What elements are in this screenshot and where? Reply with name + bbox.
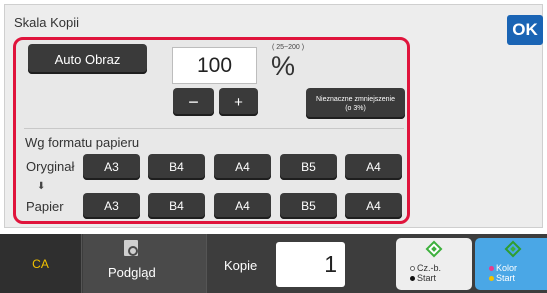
percent-unit: % (271, 51, 296, 81)
bw-start-text: Cz.-b. Start (410, 263, 441, 283)
paper-size-button[interactable]: A4 (345, 193, 402, 219)
ok-button[interactable]: OK (507, 15, 543, 45)
preview-button[interactable]: Podgląd (83, 234, 207, 293)
start-diamond-icon (504, 240, 522, 258)
decrease-button[interactable]: − (173, 88, 214, 116)
color-start-mode: Kolor (496, 263, 518, 273)
color-start-button[interactable]: Kolor Start (475, 238, 547, 290)
yellow-dot-icon (489, 276, 494, 281)
paper-row-label: Papier (26, 199, 64, 214)
copy-ratio-screen: Skala Kopii OK Auto Obraz 100 ( 25~200 )… (0, 0, 547, 293)
color-start-label: Start (496, 273, 516, 283)
bw-start-button[interactable]: Cz.-b. Start (396, 238, 472, 290)
ratio-range-hint: ( 25~200 ) (272, 44, 305, 51)
original-size-button[interactable]: A4 (345, 154, 402, 180)
ratio-value-field[interactable]: 100 (172, 47, 257, 84)
paper-size-button[interactable]: A4 (214, 193, 271, 219)
copies-label: Kopie (224, 258, 258, 273)
original-size-button[interactable]: A4 (214, 154, 271, 180)
slight-reduction-label: Nieznaczne zmniejszenie (316, 95, 395, 103)
auto-image-button[interactable]: Auto Obraz (28, 44, 147, 74)
original-size-button[interactable]: A3 (83, 154, 140, 180)
bw-start-label: Start (417, 273, 437, 283)
slight-reduction-button[interactable]: Nieznaczne zmniejszenie (o 3%) (306, 88, 405, 119)
clear-all-button[interactable]: CA (0, 234, 82, 293)
paper-size-section-title: Wg formatu papieru (25, 135, 140, 150)
start-diamond-icon (425, 240, 443, 258)
page-title: Skala Kopii (14, 15, 80, 30)
paper-size-button[interactable]: B4 (148, 193, 205, 219)
color-start-text: Kolor Start (489, 263, 517, 283)
section-divider (24, 128, 404, 129)
slight-reduction-percent: (o 3%) (345, 104, 366, 112)
preview-label: Podgląd (108, 265, 156, 280)
original-size-button[interactable]: B5 (280, 154, 337, 180)
increase-button[interactable]: + (219, 88, 258, 116)
bw-start-mode: Cz.-b. (417, 263, 442, 273)
original-row-label: Oryginał (26, 159, 75, 174)
black-dot-icon (410, 276, 415, 281)
arrow-down-icon: ⬇ (37, 181, 46, 192)
magenta-dot-icon (489, 266, 494, 271)
paper-size-button[interactable]: A3 (83, 193, 140, 219)
paper-size-button[interactable]: B5 (280, 193, 337, 219)
white-dot-icon (410, 266, 415, 271)
preview-icon (124, 240, 138, 256)
original-size-button[interactable]: B4 (148, 154, 205, 180)
copies-count-field[interactable]: 1 (276, 242, 345, 287)
